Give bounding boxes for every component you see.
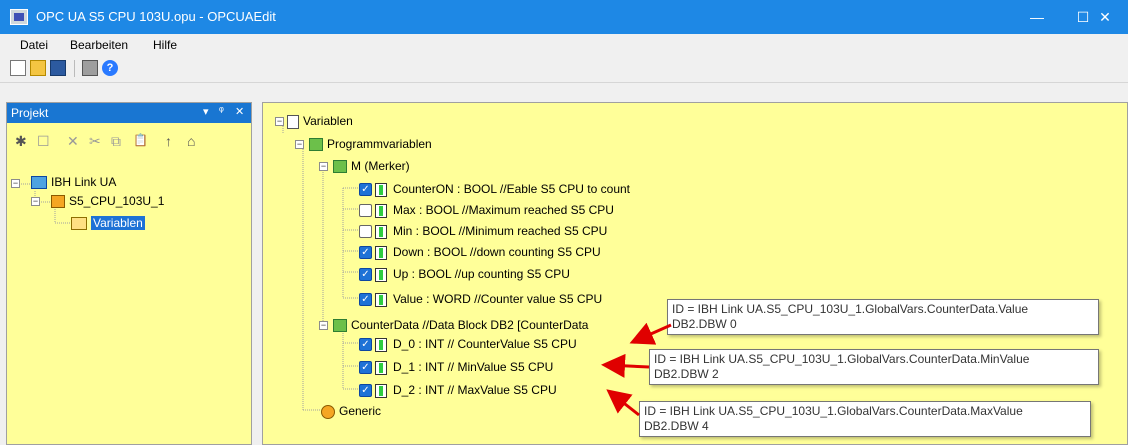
save-icon[interactable] (50, 60, 66, 76)
project-panel: Projekt ▾ ᵠ ✕ ✱ ☐ ✕ ✂ ⧉ 📋 ↑ ⌂ − IBH Link… (6, 102, 252, 445)
minimize-button[interactable]: — (1014, 0, 1060, 34)
new-file-icon[interactable] (10, 60, 26, 76)
cpu-icon (51, 195, 65, 209)
project-tree-lines (21, 183, 71, 224)
window-title: OPC UA S5 CPU 103U.opu - OPCUAEdit (36, 9, 276, 24)
panel-splitter[interactable] (255, 102, 259, 445)
variables-tree: − Variablen − Programmvariablen − M (Mer… (262, 102, 1128, 445)
arrow-d1 (601, 353, 650, 378)
arrow-d2 (606, 389, 640, 417)
expand-toggle-cpu[interactable]: − (31, 197, 40, 206)
menu-bar: Datei Bearbeiten Hilfe (0, 34, 1128, 56)
callout-arrows (601, 322, 672, 417)
help-icon[interactable]: ? (102, 60, 118, 76)
close-button[interactable]: ✕ (1082, 0, 1128, 34)
menu-hilfe[interactable]: Hilfe (153, 38, 177, 52)
arrow-d0 (629, 322, 672, 345)
tree-item-ibh-link[interactable]: IBH Link UA (31, 173, 116, 191)
menu-datei[interactable]: Datei (20, 38, 48, 52)
tree-item-cpu[interactable]: S5_CPU_103U_1 (51, 192, 164, 210)
menu-bearbeiten[interactable]: Bearbeiten (70, 38, 128, 52)
expand-toggle-ibh[interactable]: − (11, 179, 20, 188)
app-icon (10, 9, 28, 25)
print-icon[interactable] (82, 60, 98, 76)
tree-item-variablen[interactable]: Variablen (71, 214, 145, 232)
network-computer-icon (31, 176, 47, 190)
title-bar: OPC UA S5 CPU 103U.opu - OPCUAEdit — ☐ ✕ (0, 0, 1128, 34)
toolbar-separator (74, 60, 75, 77)
table-icon (71, 217, 87, 231)
open-folder-icon[interactable] (30, 60, 46, 76)
main-toolbar: ? (0, 56, 1128, 83)
